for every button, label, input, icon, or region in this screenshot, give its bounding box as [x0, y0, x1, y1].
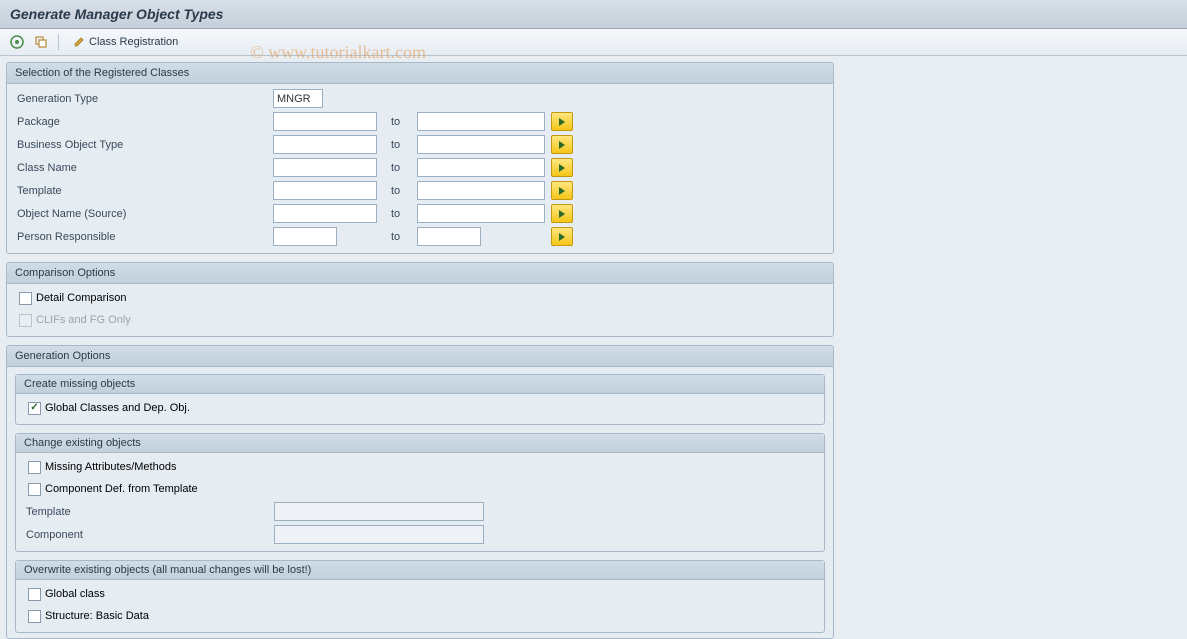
label-detail-comparison: Detail Comparison [36, 292, 126, 304]
row-generation-type: Generation Type [15, 87, 825, 110]
label-bot-to: to [377, 139, 417, 151]
input-package-to[interactable] [417, 112, 545, 131]
checkbox-global-classes[interactable] [28, 402, 41, 415]
label-component-def: Component Def. from Template [45, 483, 198, 495]
multi-select-template[interactable] [551, 181, 573, 200]
arrow-right-icon [559, 164, 565, 172]
label-template: Template [15, 185, 273, 197]
label-person-to: to [377, 231, 417, 243]
generation-group: Generation Options Create missing object… [6, 345, 834, 639]
row-structure-basic: Structure: Basic Data [24, 605, 816, 627]
comparison-group: Comparison Options Detail Comparison CLI… [6, 262, 834, 337]
label-clifs-fg-only: CLIFs and FG Only [36, 314, 131, 326]
checkbox-component-def[interactable] [28, 483, 41, 496]
multi-select-class-name[interactable] [551, 158, 573, 177]
page-title: Generate Manager Object Types [0, 0, 1187, 29]
label-package: Package [15, 116, 273, 128]
input-class-name-from[interactable] [273, 158, 377, 177]
label-class-name: Class Name [15, 162, 273, 174]
multi-select-person[interactable] [551, 227, 573, 246]
row-template: Template to [15, 179, 825, 202]
checkbox-structure-basic[interactable] [28, 610, 41, 623]
create-missing-group: Create missing objects Global Classes an… [15, 374, 825, 425]
label-package-to: to [377, 116, 417, 128]
generation-header: Generation Options [7, 346, 833, 367]
label-ons-to: to [377, 208, 417, 220]
row-detail-comparison: Detail Comparison [15, 287, 825, 309]
execute-icon[interactable] [8, 33, 26, 51]
label-object-name-source: Object Name (Source) [15, 208, 273, 220]
row-component-def: Component Def. from Template [24, 478, 816, 500]
input-generation-type[interactable] [273, 89, 323, 108]
row-person-responsible: Person Responsible to [15, 225, 825, 248]
toolbar: Class Registration [0, 29, 1187, 56]
input-component-field[interactable] [274, 525, 484, 544]
checkbox-detail-comparison[interactable] [19, 292, 32, 305]
checkbox-clifs-fg-only [19, 314, 32, 327]
input-bot-to[interactable] [417, 135, 545, 154]
label-template-to: to [377, 185, 417, 197]
label-person-responsible: Person Responsible [15, 231, 273, 243]
class-registration-button[interactable]: Class Registration [67, 34, 184, 50]
input-template-from[interactable] [273, 181, 377, 200]
input-template-field[interactable] [274, 502, 484, 521]
input-class-name-to[interactable] [417, 158, 545, 177]
comparison-header: Comparison Options [7, 263, 833, 284]
label-class-name-to: to [377, 162, 417, 174]
label-generation-type: Generation Type [15, 93, 273, 105]
arrow-right-icon [559, 141, 565, 149]
label-structure-basic: Structure: Basic Data [45, 610, 149, 622]
row-missing-attr: Missing Attributes/Methods [24, 456, 816, 478]
row-business-object-type: Business Object Type to [15, 133, 825, 156]
change-existing-header: Change existing objects [16, 434, 824, 453]
row-component-field: Component [24, 523, 816, 546]
multi-select-package[interactable] [551, 112, 573, 131]
row-package: Package to [15, 110, 825, 133]
overwrite-group: Overwrite existing objects (all manual c… [15, 560, 825, 633]
checkbox-missing-attr[interactable] [28, 461, 41, 474]
input-ons-from[interactable] [273, 204, 377, 223]
input-ons-to[interactable] [417, 204, 545, 223]
toolbar-separator [58, 34, 59, 50]
input-bot-from[interactable] [273, 135, 377, 154]
row-clifs-fg-only: CLIFs and FG Only [15, 309, 825, 331]
create-missing-header: Create missing objects [16, 375, 824, 394]
arrow-right-icon [559, 187, 565, 195]
content-area: Selection of the Registered Classes Gene… [0, 56, 1187, 639]
arrow-right-icon [559, 233, 565, 241]
selection-group: Selection of the Registered Classes Gene… [6, 62, 834, 254]
input-person-to[interactable] [417, 227, 481, 246]
pencil-icon [73, 36, 85, 48]
input-package-from[interactable] [273, 112, 377, 131]
arrow-right-icon [559, 210, 565, 218]
multi-select-ons[interactable] [551, 204, 573, 223]
row-class-name: Class Name to [15, 156, 825, 179]
label-global-class: Global class [45, 588, 105, 600]
row-template-field: Template [24, 500, 816, 523]
variant-icon[interactable] [32, 33, 50, 51]
label-component-field: Component [24, 529, 274, 541]
change-existing-group: Change existing objects Missing Attribut… [15, 433, 825, 552]
class-registration-label: Class Registration [89, 36, 178, 48]
row-global-class: Global class [24, 583, 816, 605]
label-template-field: Template [24, 506, 274, 518]
row-object-name-source: Object Name (Source) to [15, 202, 825, 225]
selection-header: Selection of the Registered Classes [7, 63, 833, 84]
overwrite-header: Overwrite existing objects (all manual c… [16, 561, 824, 580]
row-global-classes: Global Classes and Dep. Obj. [24, 397, 816, 419]
input-template-to[interactable] [417, 181, 545, 200]
input-person-from[interactable] [273, 227, 337, 246]
checkbox-global-class[interactable] [28, 588, 41, 601]
multi-select-bot[interactable] [551, 135, 573, 154]
label-business-object-type: Business Object Type [15, 139, 273, 151]
label-missing-attr: Missing Attributes/Methods [45, 461, 176, 473]
label-global-classes: Global Classes and Dep. Obj. [45, 402, 190, 414]
arrow-right-icon [559, 118, 565, 126]
